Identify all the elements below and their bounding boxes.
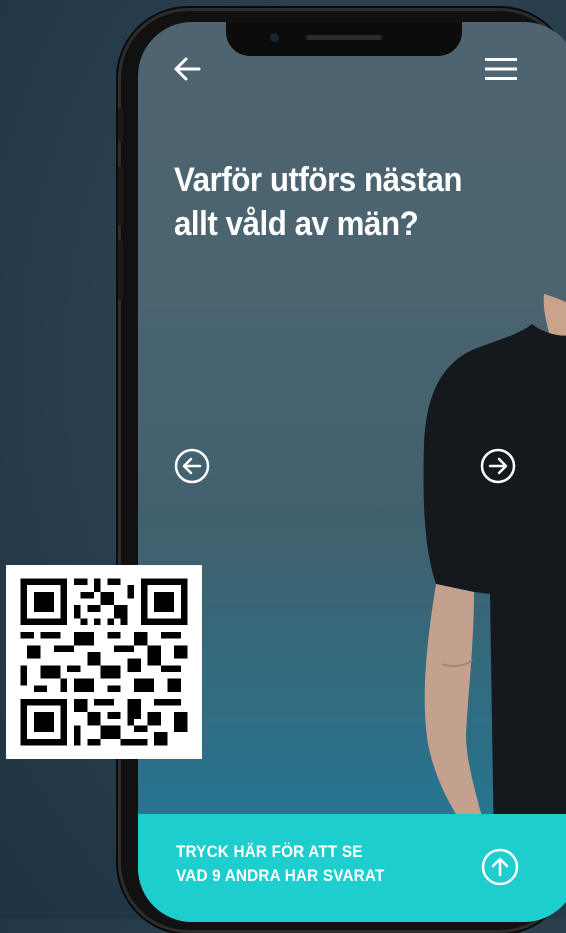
person-photo bbox=[423, 294, 566, 854]
qr-code bbox=[6, 565, 202, 759]
circle-arrow-left-icon[interactable] bbox=[174, 448, 210, 484]
phone-screen: Varför utförs nästan allt våld av män? T… bbox=[138, 22, 566, 922]
phone-volume-up-button bbox=[118, 166, 123, 226]
earpiece-speaker bbox=[306, 35, 382, 40]
headline-line-2: allt våld av män? bbox=[174, 205, 419, 243]
arrow-left-icon[interactable] bbox=[172, 54, 202, 84]
circle-arrow-right-icon[interactable] bbox=[480, 448, 516, 484]
circle-arrow-up-icon[interactable] bbox=[481, 848, 519, 886]
page-headline: Varför utförs nästan allt våld av män? bbox=[174, 158, 505, 246]
cta-line-2: VAD 9 ANDRA HAR SVARAT bbox=[176, 866, 385, 885]
phone-side-button bbox=[118, 108, 123, 142]
phone-volume-down-button bbox=[118, 240, 123, 300]
see-answers-button[interactable]: TRYCK HÄR FÖR ATT SE VAD 9 ANDRA HAR SVA… bbox=[138, 814, 566, 922]
cta-line-1: TRYCK HÄR FÖR ATT SE bbox=[176, 842, 363, 861]
headline-line-1: Varför utförs nästan bbox=[174, 161, 463, 199]
hamburger-menu-icon[interactable] bbox=[484, 56, 518, 82]
phone-notch bbox=[226, 22, 462, 56]
front-camera bbox=[270, 33, 279, 42]
